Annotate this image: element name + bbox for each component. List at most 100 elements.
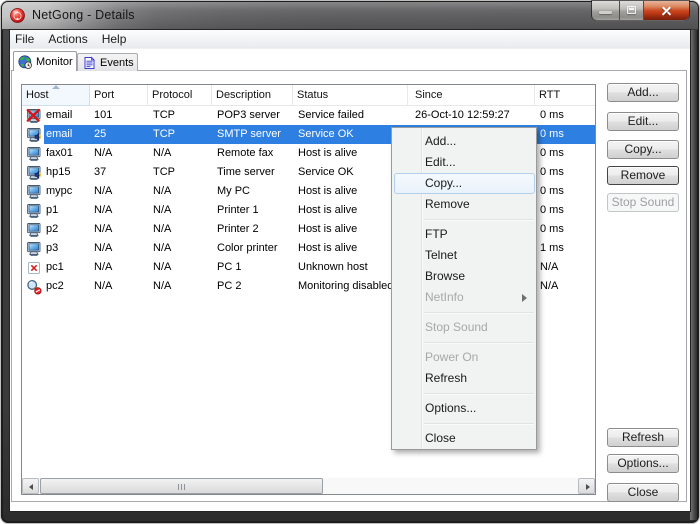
column-header-since[interactable]: Since	[408, 85, 535, 106]
tab-events[interactable]: Events	[77, 53, 138, 71]
cell-protocol: N/A	[148, 144, 212, 163]
context-menu-item-refresh[interactable]: Refresh	[392, 368, 536, 389]
cell-rtt: 1 ms	[535, 239, 595, 258]
cell-rtt: N/A	[535, 277, 595, 296]
menu-actions[interactable]: Actions	[43, 30, 94, 49]
scrollbar-thumb[interactable]	[40, 478, 323, 494]
cell-rtt: 0 ms	[535, 201, 595, 220]
menu-help[interactable]: Help	[97, 30, 134, 49]
cell-rtt: N/A	[535, 258, 595, 277]
close-dialog-button[interactable]: Close	[607, 483, 679, 502]
context-menu-item-power-on: Power On	[392, 347, 536, 368]
cell-protocol: N/A	[148, 201, 212, 220]
cell-host: p2	[22, 220, 90, 239]
copy-button[interactable]: Copy...	[607, 140, 679, 159]
context-menu-item-options[interactable]: Options...	[392, 398, 536, 419]
menu-separator	[424, 312, 534, 313]
table-row[interactable]: email 101 TCP POP3 server Service failed…	[22, 106, 595, 125]
computer-sound-icon	[26, 165, 42, 181]
menu-file[interactable]: File	[10, 30, 41, 49]
scroll-left-button[interactable]	[22, 478, 39, 494]
context-menu-item-telnet[interactable]: Telnet	[392, 245, 536, 266]
monitoring-disabled-icon	[26, 279, 42, 295]
cell-rtt: 0 ms	[535, 182, 595, 201]
context-menu-item-browse[interactable]: Browse	[392, 266, 536, 287]
sort-ascending-icon	[52, 85, 60, 89]
cell-host: fax01	[22, 144, 90, 163]
minimize-button[interactable]	[592, 1, 620, 20]
scroll-left-icon	[29, 484, 33, 490]
scrollbar-grip	[178, 484, 186, 490]
maximize-button[interactable]	[620, 1, 644, 20]
cell-protocol: N/A	[148, 182, 212, 201]
column-header-description[interactable]: Description	[212, 85, 293, 106]
context-menu-item-edit[interactable]: Edit...	[392, 152, 536, 173]
cell-since: 26-Oct-10 12:59:27	[408, 106, 535, 125]
edit-button[interactable]: Edit...	[607, 112, 679, 131]
context-menu-item-ftp[interactable]: FTP	[392, 224, 536, 245]
cell-port: 25	[90, 125, 148, 144]
close-button[interactable]	[644, 1, 689, 20]
column-header-host[interactable]: Host	[22, 85, 90, 106]
computer-service-failed-icon	[26, 108, 42, 124]
context-menu-item-netinfo: NetInfo	[392, 287, 536, 308]
menu-separator	[424, 342, 534, 343]
computer-icon	[26, 222, 42, 238]
cell-protocol: N/A	[148, 258, 212, 277]
cell-description: Time server	[212, 163, 293, 182]
tab-monitor[interactable]: Monitor	[13, 51, 77, 71]
tab-events-label: Events	[100, 57, 134, 69]
menu-bar: File Actions Help	[10, 30, 690, 49]
stop-sound-button: Stop Sound	[607, 193, 679, 212]
cell-description: POP3 server	[212, 106, 293, 125]
cell-port: 101	[90, 106, 148, 125]
window-frame-right-edge	[690, 30, 697, 520]
cell-protocol: N/A	[148, 220, 212, 239]
cell-host: pc2	[22, 277, 90, 296]
submenu-arrow-icon	[522, 294, 527, 302]
context-menu-item-remove[interactable]: Remove	[392, 194, 536, 215]
scrollbar-track[interactable]	[39, 478, 578, 494]
cell-description: PC 1	[212, 258, 293, 277]
context-menu-item-copy[interactable]: Copy...	[392, 173, 536, 194]
scroll-right-button[interactable]	[578, 478, 595, 494]
column-header-status[interactable]: Status	[293, 85, 408, 106]
cell-protocol: TCP	[148, 163, 212, 182]
cell-description: Remote fax	[212, 144, 293, 163]
cell-rtt: 0 ms	[535, 106, 595, 125]
column-header-rtt[interactable]: RTT	[535, 85, 595, 106]
options-button[interactable]: Options...	[607, 454, 679, 473]
cell-port: N/A	[90, 144, 148, 163]
context-menu-item-add[interactable]: Add...	[392, 131, 536, 152]
menu-separator	[424, 393, 534, 394]
add-button[interactable]: Add...	[607, 83, 679, 102]
cell-host: p1	[22, 201, 90, 220]
cell-rtt: 0 ms	[535, 220, 595, 239]
cell-port: N/A	[90, 277, 148, 296]
window-title: NetGong - Details	[32, 8, 135, 23]
globe-monitor-icon	[18, 55, 32, 69]
column-header-protocol[interactable]: Protocol	[148, 85, 212, 106]
context-menu-item-close[interactable]: Close	[392, 428, 536, 449]
cell-protocol: N/A	[148, 277, 212, 296]
cell-description: Color printer	[212, 239, 293, 258]
column-header-port[interactable]: Port	[90, 85, 148, 106]
close-icon	[662, 6, 672, 16]
cell-port: N/A	[90, 201, 148, 220]
refresh-button[interactable]: Refresh	[607, 428, 679, 447]
cell-host: pc1	[22, 258, 90, 277]
cell-description: PC 2	[212, 277, 293, 296]
cell-rtt: 0 ms	[535, 144, 595, 163]
computer-icon	[26, 241, 42, 257]
document-events-icon	[82, 56, 96, 70]
cell-port: N/A	[90, 239, 148, 258]
cell-port: N/A	[90, 182, 148, 201]
computer-sound-icon	[26, 127, 42, 143]
menu-separator	[424, 219, 534, 220]
remove-button[interactable]: Remove	[607, 166, 679, 185]
list-header: Host Port Protocol Description Status Si…	[22, 85, 595, 106]
horizontal-scrollbar[interactable]	[22, 478, 595, 494]
computer-icon	[26, 184, 42, 200]
scroll-right-icon	[586, 484, 590, 490]
maximize-icon	[627, 6, 636, 14]
